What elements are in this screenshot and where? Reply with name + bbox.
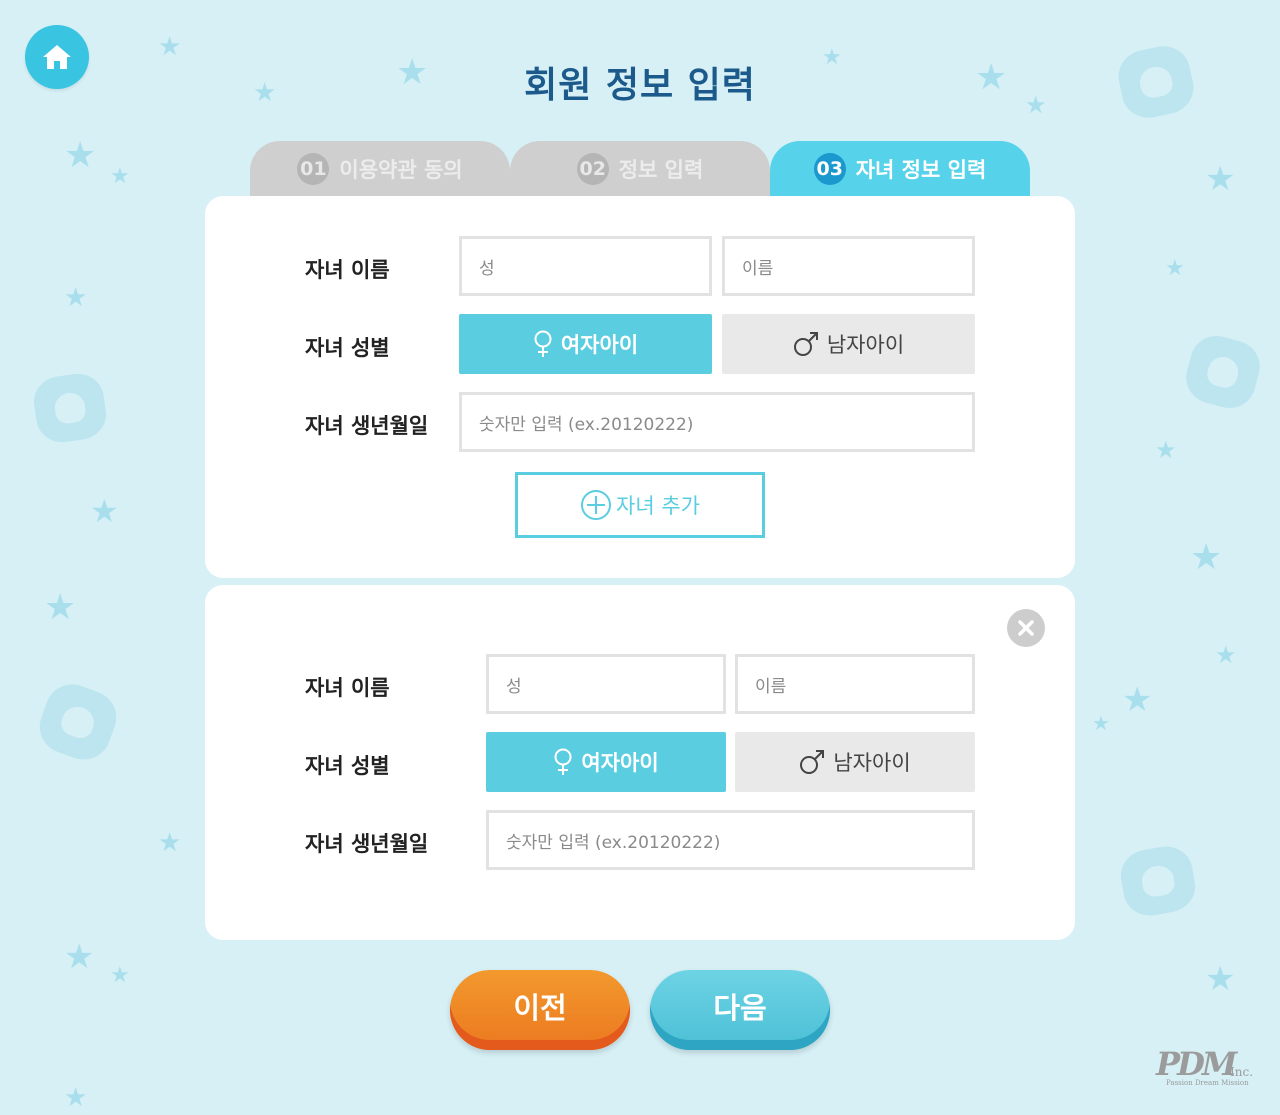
character-icon	[30, 370, 110, 446]
female-icon	[554, 748, 572, 775]
tab-label: 이용약관 동의	[339, 158, 463, 182]
star-icon: ★	[158, 828, 182, 858]
child-birth-label: 자녀 생년월일	[305, 832, 429, 856]
male-label: 남자아이	[833, 751, 911, 775]
star-icon: ★	[64, 135, 97, 176]
child-form-card: 자녀 이름 성 이름 자녀 성별 여자아이 남자아이 자녀 생년월일 숫자만 입…	[205, 196, 1075, 578]
step-number: 01	[297, 153, 330, 185]
step-number: 03	[813, 153, 846, 185]
add-child-label: 자녀 추가	[616, 494, 700, 518]
star-icon: ★	[64, 937, 95, 977]
female-button[interactable]: 여자아이	[486, 732, 726, 792]
child-name-label: 자녀 이름	[305, 258, 390, 282]
logo-suffix: Inc.	[1230, 1065, 1254, 1079]
page-title: 회원 정보 입력	[524, 65, 756, 106]
plus-circle-icon	[581, 490, 612, 520]
child-gender-label: 자녀 성별	[305, 754, 390, 778]
first-name-input[interactable]: 이름	[722, 236, 975, 296]
male-icon	[793, 332, 818, 356]
tab-child-info[interactable]: 03 자녀 정보 입력	[770, 141, 1030, 197]
male-icon	[800, 750, 825, 774]
male-button[interactable]: 남자아이	[735, 732, 975, 792]
step-number: 02	[576, 153, 609, 185]
child-form-card: 자녀 이름 성 이름 자녀 성별 여자아이 남자아이 자녀 생년월일 숫자만 입…	[205, 585, 1075, 940]
last-name-input[interactable]: 성	[459, 236, 712, 296]
star-icon: ★	[44, 587, 77, 628]
logo-tagline: Passion Dream Mission	[1166, 1079, 1249, 1087]
female-label: 여자아이	[581, 751, 659, 775]
tab-label: 정보 입력	[618, 158, 704, 182]
male-button[interactable]: 남자아이	[722, 314, 975, 374]
child-birth-label: 자녀 생년월일	[305, 414, 429, 438]
birthdate-input[interactable]: 숫자만 입력 (ex.20120222)	[486, 810, 975, 870]
prev-button[interactable]: 이전	[450, 970, 630, 1050]
next-button[interactable]: 다음	[650, 970, 830, 1050]
character-icon	[1116, 842, 1200, 920]
child-gender-label: 자녀 성별	[305, 336, 390, 360]
female-button[interactable]: 여자아이	[459, 314, 712, 374]
close-icon	[1018, 620, 1034, 636]
last-name-input[interactable]: 성	[486, 654, 726, 714]
remove-child-button[interactable]	[1007, 609, 1045, 647]
star-icon: ★	[64, 1083, 88, 1113]
child-name-label: 자녀 이름	[305, 676, 390, 700]
birthdate-input[interactable]: 숫자만 입력 (ex.20120222)	[459, 392, 975, 452]
star-icon: ★	[110, 164, 130, 189]
star-icon: ★	[1092, 711, 1110, 735]
star-icon: ★	[1165, 256, 1185, 281]
star-icon: ★	[1215, 641, 1237, 669]
first-name-input[interactable]: 이름	[735, 654, 975, 714]
character-icon	[1180, 330, 1266, 414]
tab-terms[interactable]: 01 이용약관 동의	[250, 141, 510, 197]
male-label: 남자아이	[826, 333, 905, 357]
star-icon: ★	[64, 283, 88, 313]
star-icon: ★	[110, 963, 130, 988]
female-icon	[534, 330, 552, 357]
logo-text: PDM	[1156, 1045, 1237, 1083]
star-icon: ★	[1122, 680, 1153, 720]
star-icon: ★	[1205, 959, 1236, 999]
company-logo: PDM Inc. Passion Dream Mission	[1156, 1045, 1256, 1090]
tab-info[interactable]: 02 정보 입력	[510, 141, 770, 197]
star-icon: ★	[1155, 436, 1177, 464]
star-icon: ★	[1190, 537, 1223, 578]
female-label: 여자아이	[560, 333, 639, 357]
star-icon: ★	[1205, 159, 1236, 199]
tab-label: 자녀 정보 입력	[855, 158, 987, 182]
star-icon: ★	[90, 492, 119, 530]
add-child-button[interactable]: 자녀 추가	[515, 472, 765, 538]
step-tabs: 01 이용약관 동의 02 정보 입력 03 자녀 정보 입력	[250, 141, 1030, 197]
character-icon	[32, 676, 124, 768]
